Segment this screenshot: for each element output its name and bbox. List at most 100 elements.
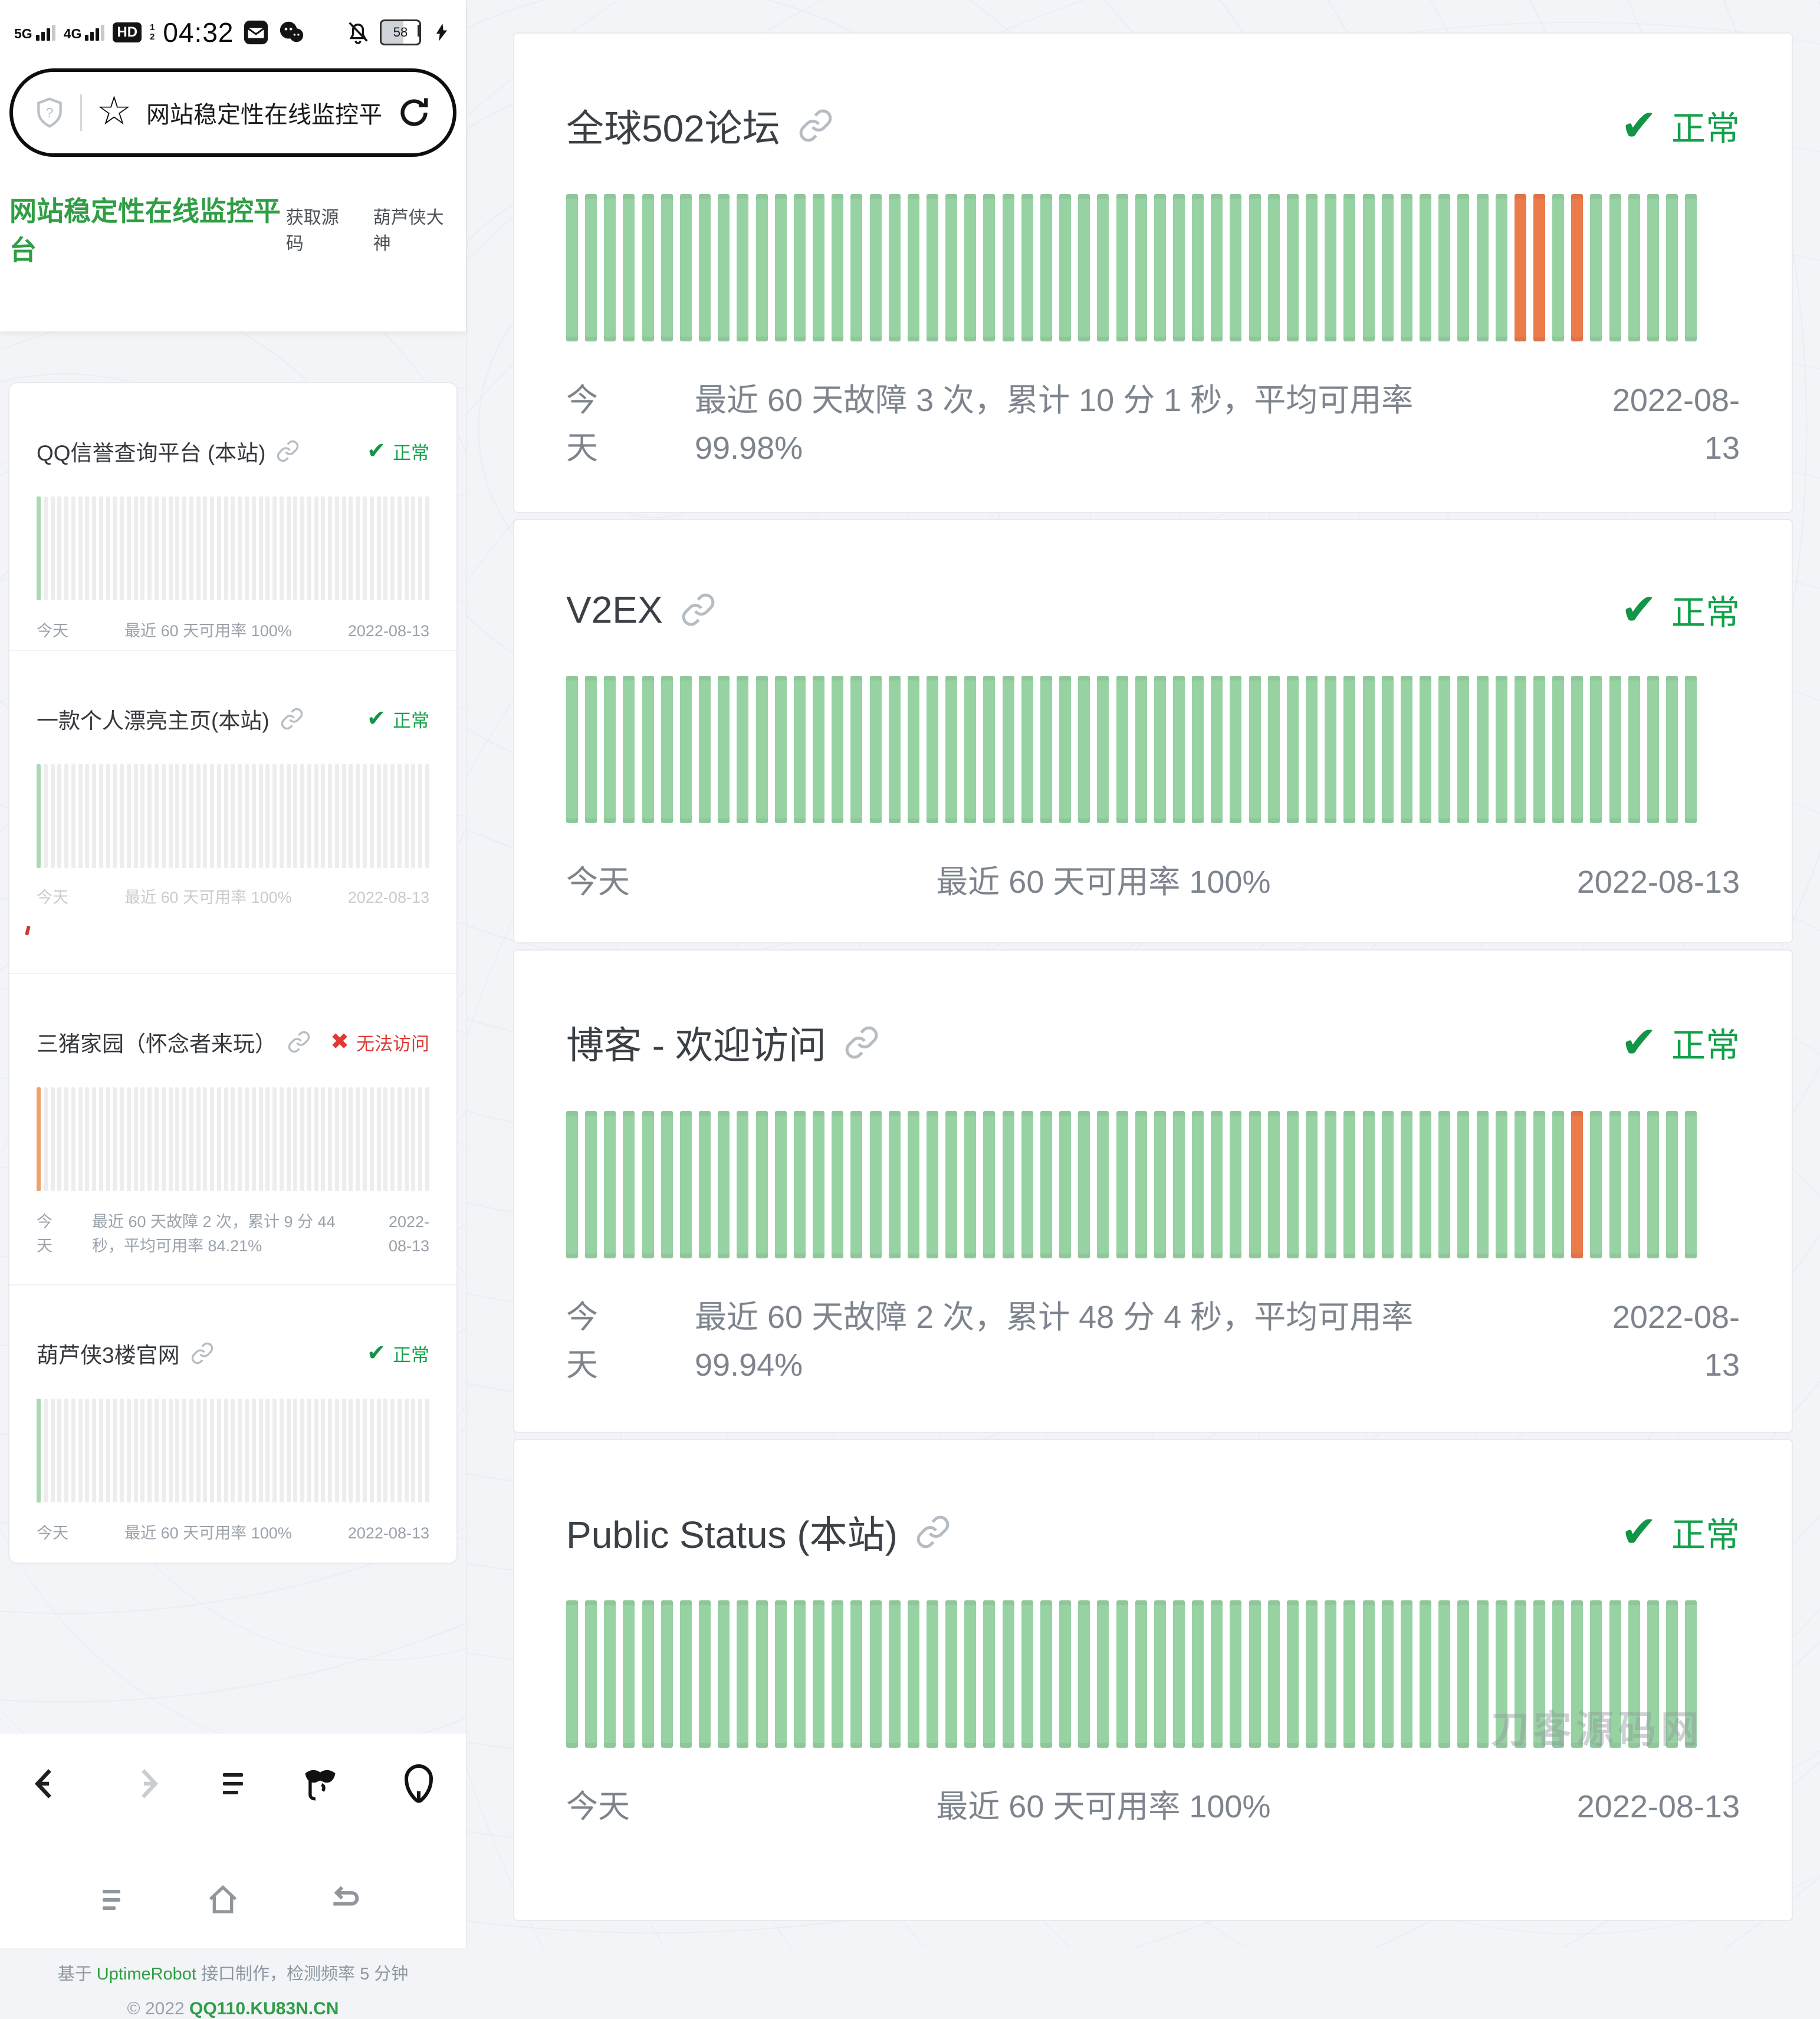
uptime-bar[interactable] (794, 194, 806, 341)
uptime-bar[interactable] (259, 496, 263, 600)
uptime-bar[interactable] (1382, 676, 1394, 823)
uptime-bar[interactable] (155, 1399, 159, 1502)
uptime-bar[interactable] (1154, 1111, 1166, 1258)
uptime-bar[interactable] (1021, 1600, 1033, 1748)
uptime-bar[interactable] (162, 764, 166, 868)
uptime-bar[interactable] (623, 1111, 635, 1258)
uptime-bar[interactable] (127, 496, 131, 600)
uptime-bar[interactable] (870, 1600, 882, 1748)
uptime-bar[interactable] (1211, 194, 1223, 341)
uptime-bar[interactable] (642, 1600, 654, 1748)
uptime-bar[interactable] (92, 1399, 96, 1502)
uptime-bar[interactable] (314, 764, 318, 868)
uptime-bar[interactable] (1496, 1111, 1507, 1258)
uptime-bar[interactable] (44, 1087, 48, 1191)
uptime-bar[interactable] (370, 496, 374, 600)
uptime-bar[interactable] (1477, 194, 1489, 341)
uptime-bar[interactable] (328, 1399, 332, 1502)
uptime-bar[interactable] (300, 1087, 304, 1191)
uptime-bar[interactable] (377, 1399, 381, 1502)
uptime-bar[interactable] (1135, 1111, 1147, 1258)
uptime-bar[interactable] (1666, 676, 1678, 823)
uptime-bar[interactable] (604, 1111, 616, 1258)
uptime-bar[interactable] (390, 496, 395, 600)
uptime-bar[interactable] (1647, 194, 1659, 341)
uptime-bar[interactable] (889, 1111, 901, 1258)
uptime-bar[interactable] (870, 194, 882, 341)
uptime-bar[interactable] (411, 1399, 415, 1502)
uptime-bar[interactable] (1343, 194, 1355, 341)
uptime-bar[interactable] (623, 1600, 635, 1748)
uptime-bar[interactable] (127, 1087, 131, 1191)
uptime-bar[interactable] (51, 496, 55, 600)
uptime-bar[interactable] (1268, 676, 1280, 823)
uptime-bar[interactable] (1003, 676, 1014, 823)
uptime-bar[interactable] (134, 496, 138, 600)
uptime-bar[interactable] (85, 496, 89, 600)
uptime-bar[interactable] (1325, 1111, 1336, 1258)
uptime-bar[interactable] (356, 1399, 360, 1502)
uptime-bar[interactable] (182, 1087, 186, 1191)
uptime-bar[interactable] (1306, 194, 1318, 341)
uptime-bar[interactable] (349, 1087, 353, 1191)
return-icon[interactable] (326, 1881, 363, 1919)
uptime-bar[interactable] (397, 764, 402, 868)
uptime-bar[interactable] (718, 1600, 730, 1748)
uptime-bar[interactable] (1382, 1111, 1394, 1258)
uptime-bar[interactable] (850, 1111, 862, 1258)
uptime-bar[interactable] (1401, 194, 1412, 341)
uptime-bar[interactable] (147, 1399, 152, 1502)
uptime-bar[interactable] (252, 1399, 256, 1502)
uptime-bar[interactable] (307, 496, 311, 600)
uptime-bar[interactable] (889, 676, 901, 823)
uptime-bar[interactable] (134, 1399, 138, 1502)
uptime-bar[interactable] (182, 496, 186, 600)
uptime-bar[interactable] (71, 1087, 75, 1191)
uptime-bar[interactable] (1343, 676, 1355, 823)
uptime-bar[interactable] (1571, 194, 1583, 341)
uptime-bar[interactable] (231, 764, 235, 868)
uptime-bar[interactable] (397, 496, 402, 600)
uptime-bar[interactable] (1040, 1111, 1052, 1258)
uptime-bar[interactable] (418, 496, 422, 600)
uptime-bar[interactable] (1078, 194, 1090, 341)
uptime-bar[interactable] (321, 1087, 325, 1191)
uptime-bar[interactable] (217, 496, 221, 600)
uptime-bar[interactable] (314, 1399, 318, 1502)
uptime-bar[interactable] (335, 764, 339, 868)
uptime-bar[interactable] (134, 764, 138, 868)
uptime-bar[interactable] (983, 194, 995, 341)
uptime-bar[interactable] (169, 1399, 173, 1502)
uptime-bar[interactable] (1249, 1111, 1261, 1258)
uptime-bar[interactable] (307, 1087, 311, 1191)
uptime-bar[interactable] (99, 1087, 103, 1191)
uptime-bar[interactable] (1192, 194, 1204, 341)
uptime-bar[interactable] (113, 1399, 117, 1502)
uptime-bar[interactable] (356, 764, 360, 868)
uptime-bar[interactable] (64, 764, 68, 868)
uptime-bar[interactable] (1116, 1600, 1128, 1748)
uptime-bar[interactable] (1268, 1111, 1280, 1258)
uptime-bar[interactable] (37, 1399, 41, 1502)
uptime-bar[interactable] (175, 496, 179, 600)
uptime-bar[interactable] (224, 764, 228, 868)
uptime-bar[interactable] (349, 496, 353, 600)
uptime-bar[interactable] (737, 676, 748, 823)
uptime-bar[interactable] (203, 764, 207, 868)
uptime-bar[interactable] (265, 1399, 270, 1502)
uptime-bar[interactable] (1590, 1111, 1602, 1258)
uptime-bar[interactable] (850, 1600, 862, 1748)
uptime-bar[interactable] (1515, 676, 1526, 823)
uptime-bar[interactable] (1685, 676, 1697, 823)
uptime-bar[interactable] (1420, 1111, 1431, 1258)
uptime-bar[interactable] (566, 1111, 578, 1258)
nav-link-author[interactable]: 葫芦侠大神 (373, 203, 454, 255)
uptime-bar[interactable] (252, 764, 256, 868)
refresh-icon[interactable] (395, 94, 433, 131)
uptime-bar[interactable] (566, 1600, 578, 1748)
uptime-bar[interactable] (1457, 1111, 1469, 1258)
link-icon[interactable] (681, 592, 716, 627)
uptime-bar[interactable] (1021, 676, 1033, 823)
uptime-bar[interactable] (307, 1399, 311, 1502)
uptime-bar[interactable] (1438, 676, 1450, 823)
